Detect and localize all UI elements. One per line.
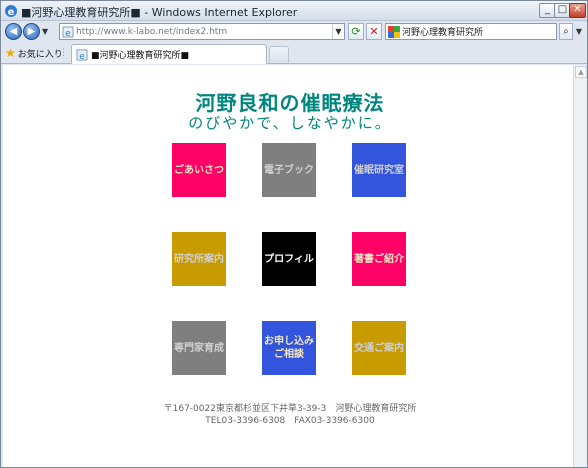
tile-label: 交通ご案内	[354, 342, 404, 354]
tile-label: 電子ブック	[264, 164, 314, 176]
tile-label: 催眠研究室	[354, 164, 404, 176]
title-bar: e ■河野心理教育研究所■ - Windows Internet Explore…	[1, 1, 587, 21]
back-button[interactable]: ◀	[5, 23, 22, 40]
forward-button[interactable]: ▶	[23, 23, 40, 40]
tile-hypnosis-lab[interactable]: 催眠研究室	[352, 143, 406, 197]
stop-button[interactable]: ✕	[366, 23, 382, 40]
footer-phone: TEL03-3396-6308 FAX03-3396-6300	[205, 416, 375, 426]
page-icon: e	[62, 26, 74, 38]
tile-institute-info[interactable]: 研究所案内	[172, 232, 226, 286]
tile-greeting[interactable]: ごあいさつ	[172, 143, 226, 197]
tile-training[interactable]: 専門家育成	[172, 321, 226, 375]
back-arrow-icon: ◀	[9, 26, 18, 37]
refresh-button[interactable]: ⟳	[348, 23, 364, 40]
tile-label: プロフィル	[264, 253, 314, 265]
star-icon: ★	[5, 46, 16, 60]
search-options-dropdown[interactable]: ▼	[574, 23, 584, 40]
search-provider-icon	[388, 26, 400, 38]
tile-label: 専門家育成	[174, 342, 224, 354]
search-input[interactable]	[402, 25, 552, 38]
tab-page-icon: e	[76, 49, 88, 61]
tab-active[interactable]: e ■河野心理教育研究所■	[71, 44, 267, 64]
vertical-scrollbar[interactable]: ▲	[573, 65, 587, 467]
scroll-up-button[interactable]: ▲	[575, 66, 587, 78]
tab-bar: ★ お気に入り ⋮ e ■河野心理教育研究所■	[1, 42, 587, 64]
address-input[interactable]	[76, 25, 326, 38]
tile-access[interactable]: 交通ご案内	[352, 321, 406, 375]
refresh-icon: ⟳	[351, 25, 361, 38]
page-tagline: のびやかで、しなやかに。	[188, 114, 392, 132]
tile-label: 著書ご紹介	[354, 253, 404, 265]
window-title: ■河野心理教育研究所■ - Windows Internet Explorer	[21, 6, 298, 19]
tile-books[interactable]: 著書ご紹介	[352, 232, 406, 286]
new-tab-button[interactable]	[269, 46, 289, 63]
browser-window: e ■河野心理教育研究所■ - Windows Internet Explore…	[0, 0, 588, 468]
search-box[interactable]	[385, 23, 557, 40]
ie-logo-icon: e	[5, 5, 17, 18]
favorites-label: お気に入り	[17, 50, 63, 60]
svg-text:e: e	[65, 29, 71, 38]
favorites-button[interactable]: ★ お気に入り	[5, 45, 63, 61]
recent-pages-dropdown[interactable]: ▼	[42, 28, 51, 36]
svg-text:e: e	[79, 52, 85, 61]
page-content: 河野良和の催眠療法 のびやかで、しなやかに。 ごあいさつ 電子ブック 催眠研究室…	[3, 65, 573, 467]
magnifier-icon: ⌕	[563, 26, 569, 37]
svg-text:e: e	[8, 7, 15, 18]
tile-label: ごあいさつ	[174, 164, 224, 176]
stop-icon: ✕	[369, 25, 379, 38]
tile-label: 研究所案内	[174, 253, 224, 265]
address-bar[interactable]: e ▼	[59, 23, 345, 40]
tab-label: ■河野心理教育研究所■	[91, 51, 190, 61]
search-button[interactable]: ⌕	[559, 23, 573, 40]
address-dropdown-button[interactable]: ▼	[332, 24, 344, 39]
tile-label: お申し込み ご相談	[264, 336, 314, 360]
tile-ebook[interactable]: 電子ブック	[262, 143, 316, 197]
close-button[interactable]: ✕	[569, 3, 586, 18]
forward-arrow-icon: ▶	[27, 26, 36, 37]
toolbar-grip: ⋮	[59, 48, 68, 58]
address-toolbar: ◀ ▶ ▼ e ▼ ⟳ ✕	[1, 22, 587, 41]
tile-application[interactable]: お申し込み ご相談	[262, 321, 316, 375]
tile-profile[interactable]: プロフィル	[262, 232, 316, 286]
